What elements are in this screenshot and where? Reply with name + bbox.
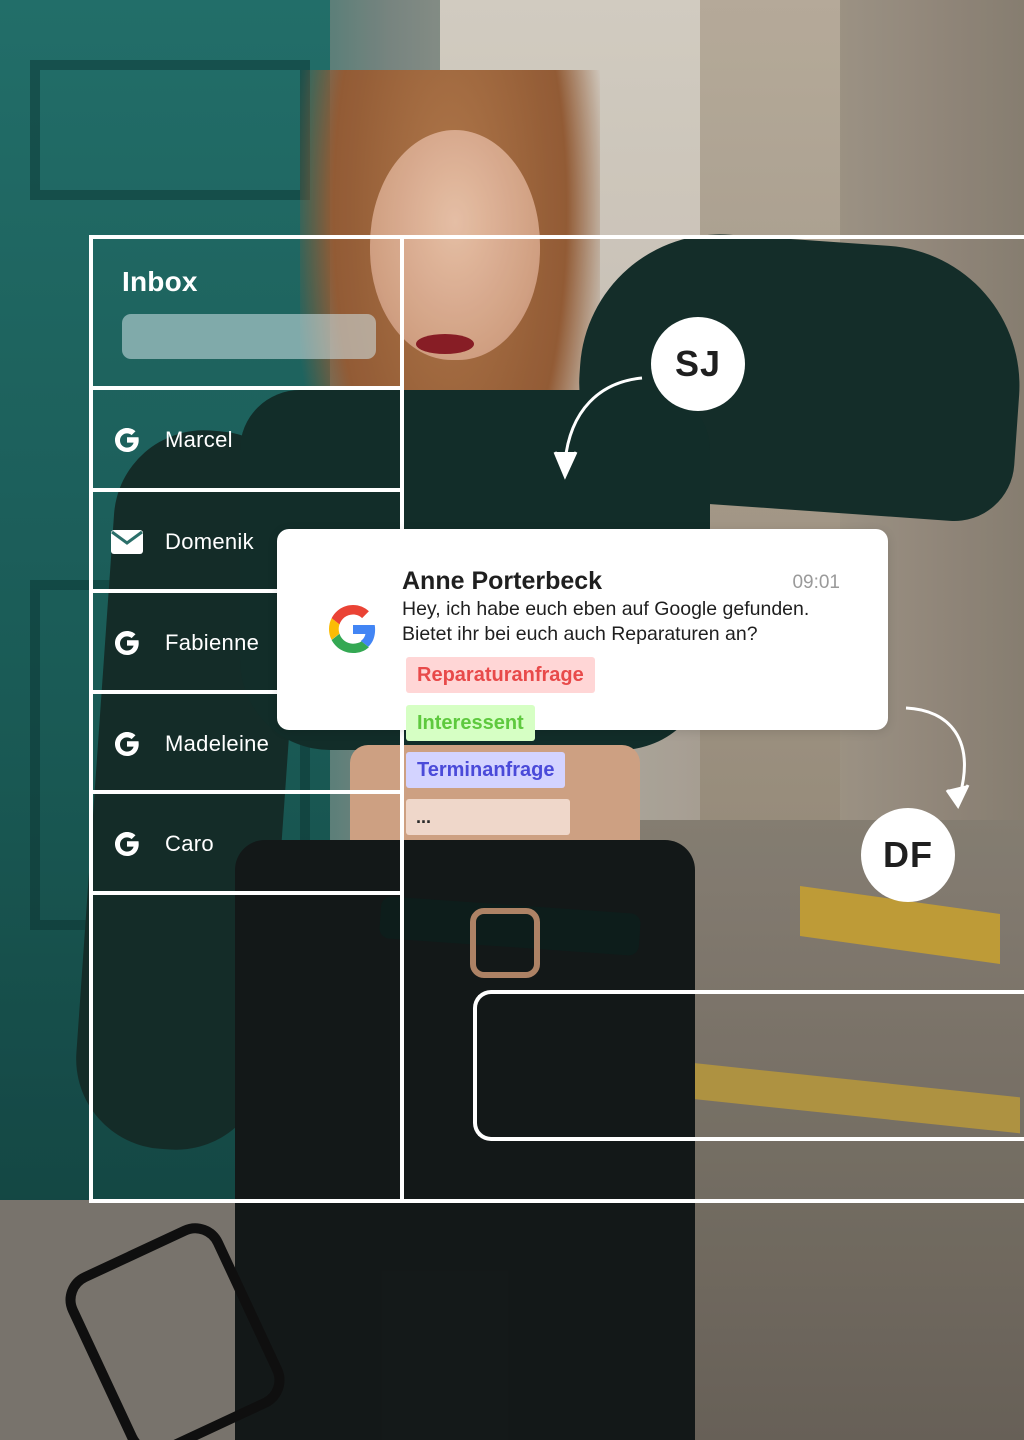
contact-name: Marcel <box>165 427 233 452</box>
message-text-line: Hey, ich habe euch eben auf Google gefun… <box>402 598 810 620</box>
tag-reparaturanfrage[interactable]: Reparaturanfrage <box>406 657 595 693</box>
avatar-sj[interactable]: SJ <box>651 317 745 411</box>
contact-name: Domenik <box>165 529 254 554</box>
inbox-title: Inbox <box>122 266 198 297</box>
avatar-df[interactable]: DF <box>861 808 955 902</box>
google-g-icon <box>110 827 144 861</box>
message-text: Hey, ich habe euch eben auf Google gefun… <box>402 597 872 647</box>
google-g-icon <box>110 626 144 660</box>
tag-interessent[interactable]: Interessent <box>406 705 535 741</box>
search-input[interactable] <box>122 314 376 359</box>
message-sender: Anne Porterbeck <box>402 567 603 595</box>
message-time: 09:01 <box>792 572 840 593</box>
contact-item-caro[interactable]: Caro <box>94 795 401 893</box>
contact-name: Madeleine <box>165 731 270 756</box>
tag-terminanfrage[interactable]: Terminanfrage <box>406 752 566 788</box>
google-g-icon <box>110 727 144 761</box>
google-g-icon <box>110 423 144 457</box>
message-card[interactable]: Anne Porterbeck 09:01 Hey, ich habe euch… <box>277 529 888 730</box>
contact-item-marcel[interactable]: Marcel <box>94 391 401 489</box>
contact-name: Fabienne <box>165 630 260 655</box>
envelope-icon <box>110 525 144 559</box>
reply-input-box[interactable] <box>473 990 1024 1141</box>
google-logo-icon <box>329 605 376 653</box>
message-text-line: Bietet ihr bei euch auch Reparaturen an? <box>402 623 758 645</box>
tag-more[interactable]: ... <box>406 799 570 835</box>
contact-name: Caro <box>165 831 214 856</box>
